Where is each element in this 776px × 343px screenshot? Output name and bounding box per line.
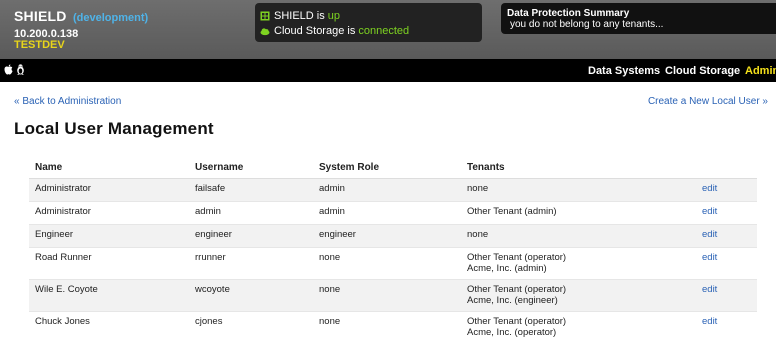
user-username: wcoyote bbox=[195, 284, 230, 295]
user-username: failsafe bbox=[195, 183, 226, 194]
users-table: Name Username System Role Tenants Admini… bbox=[29, 158, 757, 343]
table-row: Engineer engineer engineer none edit bbox=[29, 225, 757, 248]
table-row: Administrator failsafe admin none edit bbox=[29, 179, 757, 202]
shield-status-value: up bbox=[327, 10, 341, 22]
nav-admin[interactable]: Admin bbox=[745, 65, 776, 77]
edit-link[interactable]: edit bbox=[702, 284, 717, 295]
edit-link[interactable]: edit bbox=[702, 229, 717, 240]
nav-data-systems[interactable]: Data Systems bbox=[588, 65, 660, 77]
user-role: none bbox=[319, 316, 341, 327]
brand-block: SHIELD (development) 10.200.0.138 TESTDE… bbox=[14, 8, 148, 51]
apple-icon[interactable] bbox=[4, 64, 13, 78]
col-header-tenants: Tenants bbox=[467, 162, 505, 173]
main-nav: Data Systems Cloud Storage Admin bbox=[0, 59, 776, 82]
user-username: admin bbox=[195, 206, 221, 217]
user-name: Administrator bbox=[35, 206, 91, 217]
cloud-icon bbox=[260, 28, 270, 36]
create-local-user-link[interactable]: Create a New Local User » bbox=[648, 96, 768, 107]
user-tenants: none bbox=[467, 229, 489, 240]
user-role: none bbox=[319, 252, 341, 263]
table-row: Administrator admin admin Other Tenant (… bbox=[29, 202, 757, 225]
page-title: Local User Management bbox=[14, 119, 214, 138]
linux-icon[interactable] bbox=[16, 64, 25, 78]
storage-status-prefix: Cloud Storage is bbox=[274, 25, 359, 37]
edit-link[interactable]: edit bbox=[702, 316, 717, 327]
shield-status: SHIELD is up bbox=[260, 10, 340, 22]
edit-link[interactable]: edit bbox=[702, 206, 717, 217]
user-tenants: none bbox=[467, 183, 489, 194]
table-row: Wile E. Coyote wcoyote none Other Tenant… bbox=[29, 280, 757, 312]
user-name: Administrator bbox=[35, 183, 91, 194]
shield-status-icon bbox=[260, 11, 270, 21]
shield-status-prefix: SHIELD is bbox=[274, 10, 328, 22]
user-username: engineer bbox=[195, 229, 232, 240]
user-role: engineer bbox=[319, 229, 356, 240]
user-role: admin bbox=[319, 206, 345, 217]
user-name: Chuck Jones bbox=[35, 316, 90, 327]
user-tenants: Other Tenant (operator) Acme, Inc. (admi… bbox=[467, 252, 567, 274]
user-name: Engineer bbox=[35, 229, 74, 240]
table-row: Road Runner rrunner none Other Tenant (o… bbox=[29, 248, 757, 280]
data-protection-summary[interactable]: Data Protection Summary you do not belon… bbox=[501, 3, 776, 34]
edit-link[interactable]: edit bbox=[702, 183, 717, 194]
edit-link[interactable]: edit bbox=[702, 252, 717, 263]
user-tenants: Other Tenant (admin) bbox=[467, 206, 557, 217]
user-tenants: Other Tenant (operator) Acme, Inc. (oper… bbox=[467, 316, 567, 338]
back-to-administration-link[interactable]: « Back to Administration bbox=[14, 96, 121, 107]
app-name: SHIELD bbox=[14, 8, 67, 24]
user-username: cjones bbox=[195, 316, 223, 327]
data-protection-message: you do not belong to any tenants... bbox=[510, 19, 664, 30]
col-header-username: Username bbox=[195, 162, 244, 173]
app-header: SHIELD (development) 10.200.0.138 TESTDE… bbox=[0, 0, 776, 59]
table-row: Chuck Jones cjones none Other Tenant (op… bbox=[29, 312, 757, 343]
table-header: Name Username System Role Tenants bbox=[29, 158, 757, 179]
nav-cloud-storage[interactable]: Cloud Storage bbox=[665, 65, 740, 77]
user-role: none bbox=[319, 284, 341, 295]
data-protection-title: Data Protection Summary bbox=[507, 8, 630, 19]
environment-name: TESTDEV bbox=[14, 39, 65, 51]
cloud-storage-status: Cloud Storage is connected bbox=[260, 25, 409, 37]
col-header-name: Name bbox=[35, 162, 63, 173]
user-username: rrunner bbox=[195, 252, 226, 263]
storage-status-value: connected bbox=[358, 25, 410, 37]
user-name: Wile E. Coyote bbox=[35, 284, 98, 295]
environment-label: (development) bbox=[73, 12, 149, 24]
health-status-box: SHIELD is up Cloud Storage is connected bbox=[255, 3, 482, 42]
user-role: admin bbox=[319, 183, 345, 194]
col-header-system-role: System Role bbox=[319, 162, 380, 173]
user-tenants: Other Tenant (operator) Acme, Inc. (engi… bbox=[467, 284, 567, 306]
user-name: Road Runner bbox=[35, 252, 92, 263]
